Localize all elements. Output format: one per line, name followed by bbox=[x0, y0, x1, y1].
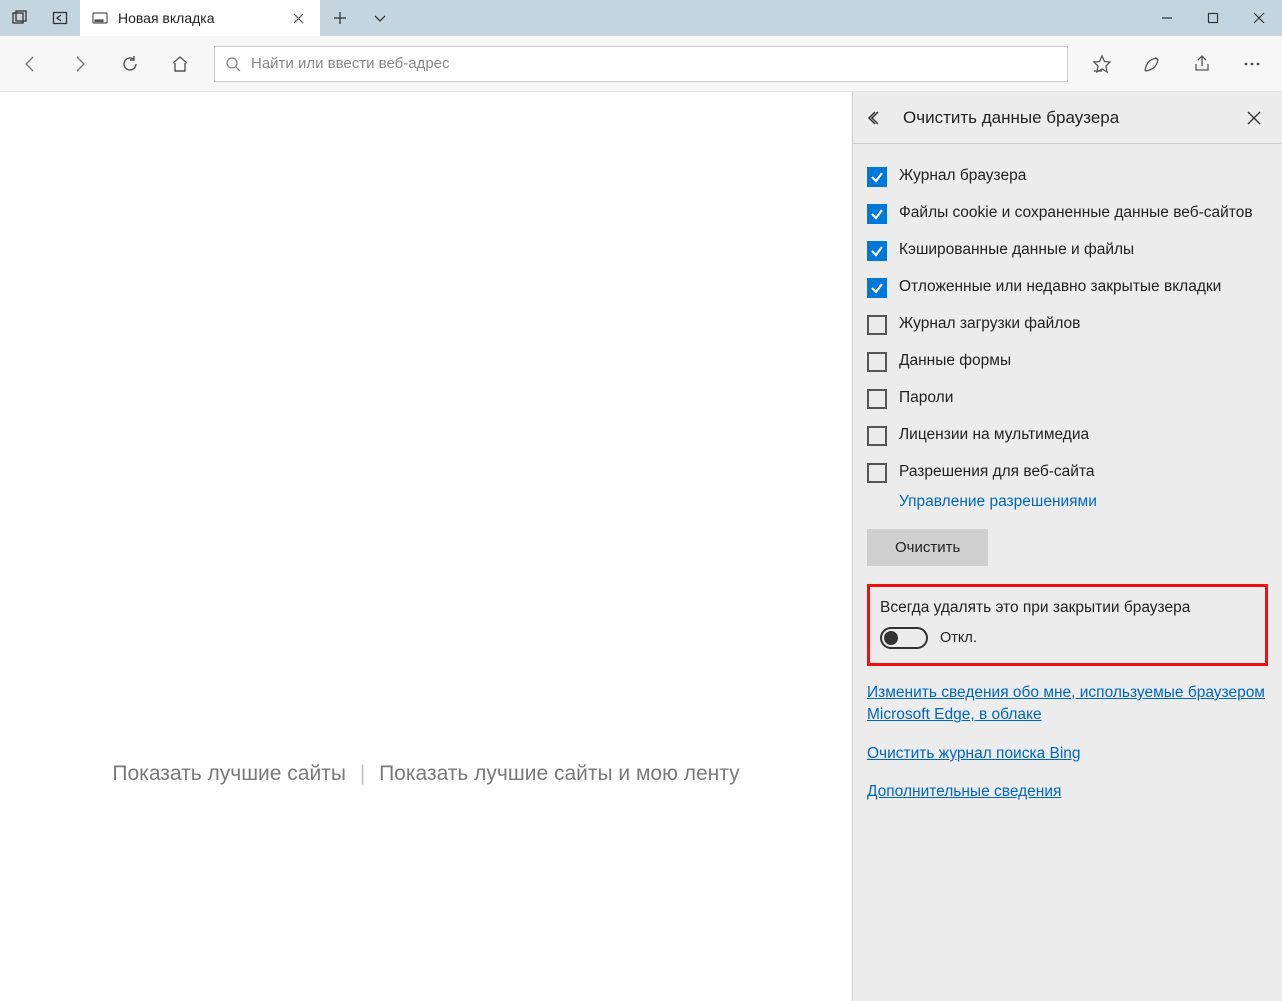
checkbox-row[interactable]: Журнал загрузки файлов bbox=[867, 306, 1268, 343]
always-clear-toggle[interactable] bbox=[880, 627, 928, 649]
checkbox-row[interactable]: Журнал браузера bbox=[867, 158, 1268, 195]
start-page-options: Показать лучшие сайты | Показать лучшие … bbox=[0, 762, 852, 786]
close-window-button[interactable] bbox=[1236, 0, 1282, 36]
toolbar bbox=[0, 36, 1282, 92]
checkbox-label: Кэшированные данные и файлы bbox=[899, 240, 1134, 261]
panel-header: Очистить данные браузера bbox=[853, 92, 1282, 144]
checkbox-label: Данные формы bbox=[899, 351, 1011, 372]
panel-body: Журнал браузера Файлы cookie и сохраненны… bbox=[853, 144, 1282, 818]
checkbox-row[interactable]: Файлы cookie и сохраненные данные веб-са… bbox=[867, 195, 1268, 232]
favorites-button[interactable] bbox=[1078, 40, 1126, 88]
checkbox-label: Файлы cookie и сохраненные данные веб-са… bbox=[899, 203, 1253, 224]
forward-button[interactable] bbox=[56, 40, 104, 88]
checkbox-label: Журнал загрузки файлов bbox=[899, 314, 1080, 335]
tab-favicon-icon bbox=[92, 10, 108, 26]
checkbox[interactable] bbox=[867, 241, 887, 261]
more-button[interactable] bbox=[1228, 40, 1276, 88]
set-aside-tabs-icon[interactable] bbox=[40, 0, 80, 36]
checkbox[interactable] bbox=[867, 389, 887, 409]
browser-tab[interactable]: Новая вкладка bbox=[80, 0, 320, 36]
window-controls bbox=[1144, 0, 1282, 36]
share-button[interactable] bbox=[1178, 40, 1226, 88]
checkbox[interactable] bbox=[867, 352, 887, 372]
more-info-link[interactable]: Дополнительные сведения bbox=[867, 781, 1268, 803]
tab-preview-icon[interactable] bbox=[0, 0, 40, 36]
checkbox[interactable] bbox=[867, 315, 887, 335]
checkbox-label: Отложенные или недавно закрытые вкладки bbox=[899, 277, 1221, 298]
checkbox-row[interactable]: Лицензии на мультимедиа bbox=[867, 417, 1268, 454]
back-button[interactable] bbox=[6, 40, 54, 88]
toggle-state-label: Откл. bbox=[940, 630, 977, 646]
tab-actions-button[interactable] bbox=[360, 0, 400, 36]
address-bar[interactable] bbox=[214, 46, 1068, 82]
home-button[interactable] bbox=[156, 40, 204, 88]
clear-bing-history-link[interactable]: Очистить журнал поиска Bing bbox=[867, 743, 1268, 765]
checkbox-row[interactable]: Кэшированные данные и файлы bbox=[867, 232, 1268, 269]
show-top-sites-and-feed-link[interactable]: Показать лучшие сайты и мою ленту bbox=[379, 762, 740, 785]
checkbox[interactable] bbox=[867, 426, 887, 446]
titlebar-drag-region bbox=[400, 0, 1144, 36]
checkbox-row[interactable]: Данные формы bbox=[867, 343, 1268, 380]
checkbox-label: Журнал браузера bbox=[899, 166, 1026, 187]
maximize-button[interactable] bbox=[1190, 0, 1236, 36]
manage-permissions-link[interactable]: Управление разрешениями bbox=[899, 493, 1097, 511]
checkbox-row[interactable]: Отложенные или недавно закрытые вкладки bbox=[867, 269, 1268, 306]
separator: | bbox=[360, 762, 365, 785]
always-clear-title: Всегда удалять это при закрытии браузера bbox=[880, 599, 1255, 617]
body-row: Показать лучшие сайты | Показать лучшие … bbox=[0, 92, 1282, 1001]
always-clear-toggle-row: Откл. bbox=[880, 627, 1255, 649]
titlebar-left bbox=[0, 0, 80, 36]
minimize-button[interactable] bbox=[1144, 0, 1190, 36]
tab-close-icon[interactable] bbox=[288, 8, 308, 28]
new-tab-button[interactable] bbox=[320, 0, 360, 36]
clear-button[interactable]: Очистить bbox=[867, 529, 988, 566]
search-icon bbox=[225, 56, 241, 72]
checkbox-row[interactable]: Разрешения для веб-сайта bbox=[867, 454, 1268, 491]
checkbox[interactable] bbox=[867, 278, 887, 298]
toggle-knob bbox=[884, 631, 898, 645]
checkbox-label: Разрешения для веб-сайта bbox=[899, 462, 1095, 483]
always-clear-highlight: Всегда удалять это при закрытии браузера… bbox=[867, 584, 1268, 666]
checkbox-label: Пароли bbox=[899, 388, 953, 409]
checkbox[interactable] bbox=[867, 463, 887, 483]
show-top-sites-link[interactable]: Показать лучшие сайты bbox=[112, 762, 346, 785]
refresh-button[interactable] bbox=[106, 40, 154, 88]
checkbox[interactable] bbox=[867, 167, 887, 187]
checkbox-list: Журнал браузера Файлы cookie и сохраненны… bbox=[867, 158, 1268, 491]
clear-browsing-data-panel: Очистить данные браузера Журнал браузера… bbox=[852, 92, 1282, 1001]
panel-close-icon[interactable] bbox=[1240, 104, 1268, 132]
panel-title: Очистить данные браузера bbox=[903, 108, 1226, 128]
checkbox[interactable] bbox=[867, 204, 887, 224]
notes-button[interactable] bbox=[1128, 40, 1176, 88]
change-cloud-info-link[interactable]: Изменить сведения обо мне, используемые … bbox=[867, 682, 1268, 727]
panel-back-icon[interactable] bbox=[867, 109, 889, 127]
checkbox-label: Лицензии на мультимедиа bbox=[899, 425, 1089, 446]
tab-title: Новая вкладка bbox=[118, 10, 278, 26]
checkbox-row[interactable]: Пароли bbox=[867, 380, 1268, 417]
page-content: Показать лучшие сайты | Показать лучшие … bbox=[0, 92, 852, 1001]
titlebar: Новая вкладка bbox=[0, 0, 1282, 36]
address-input[interactable] bbox=[251, 55, 1057, 72]
